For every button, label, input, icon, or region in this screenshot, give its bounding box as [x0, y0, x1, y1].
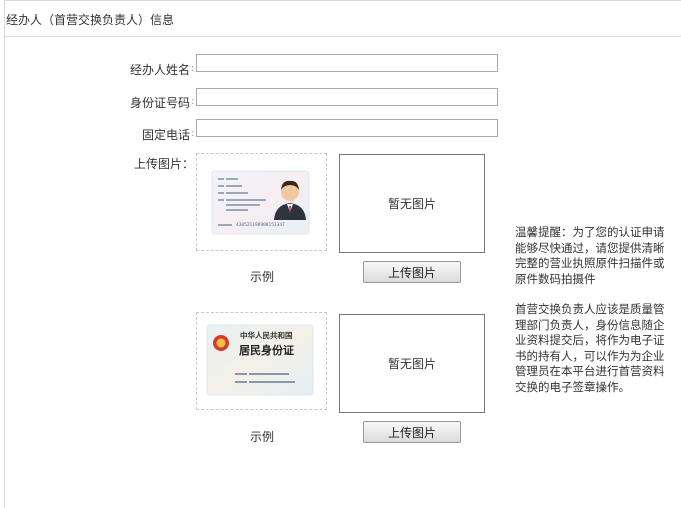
name-label: 经办人姓名 [129, 63, 190, 77]
id-front-preview: 暂无图片 [339, 154, 485, 253]
upload-front-button[interactable]: 上传图片 [363, 261, 461, 283]
id-back-preview-text: 暂无图片 [387, 357, 436, 371]
id-front-preview-text: 暂无图片 [387, 197, 436, 211]
phone-label: 固定电话 [141, 128, 190, 142]
id-number-input[interactable] [196, 88, 498, 106]
section-header: 经办人（首营交换负责人）信息 [5, 1, 681, 37]
card-title-1: 中华人民共和国 [240, 330, 293, 340]
phone-colon: : [191, 128, 195, 139]
id-front-sample: 430521198908151347 [196, 153, 327, 251]
card-number-text: 430521198908151347 [236, 222, 285, 228]
id-back-sample: 中华人民共和国 居民身份证 [196, 312, 327, 410]
responsibility-tip: 首营交换负责人应该是质量管理部门负责人，身份信息随企业资料提交后，将作为电子证书… [515, 302, 665, 394]
id-card-front-image: 430521198908151347 [211, 170, 310, 235]
idno-colon: : [191, 96, 195, 107]
upload-notice-tip: 温馨提醒：为了您的认证申请能够尽快通过，请您提供清晰完整的营业执照原件扫描件或原… [515, 225, 665, 286]
card-title-2: 居民身份证 [239, 343, 294, 357]
upload-label: 上传图片： [133, 157, 194, 171]
id-back-sample-caption: 示例 [250, 430, 275, 444]
upload-back-button[interactable]: 上传图片 [363, 421, 461, 443]
id-front-sample-caption: 示例 [250, 270, 275, 284]
name-input[interactable] [196, 54, 498, 72]
id-card-back-image: 中华人民共和国 居民身份证 [206, 324, 314, 396]
name-colon: : [191, 63, 195, 74]
section-title: 经办人（首营交换负责人）信息 [6, 13, 175, 27]
id-back-preview: 暂无图片 [339, 314, 485, 413]
phone-input[interactable] [196, 119, 498, 137]
idno-label: 身份证号码 [129, 96, 190, 110]
